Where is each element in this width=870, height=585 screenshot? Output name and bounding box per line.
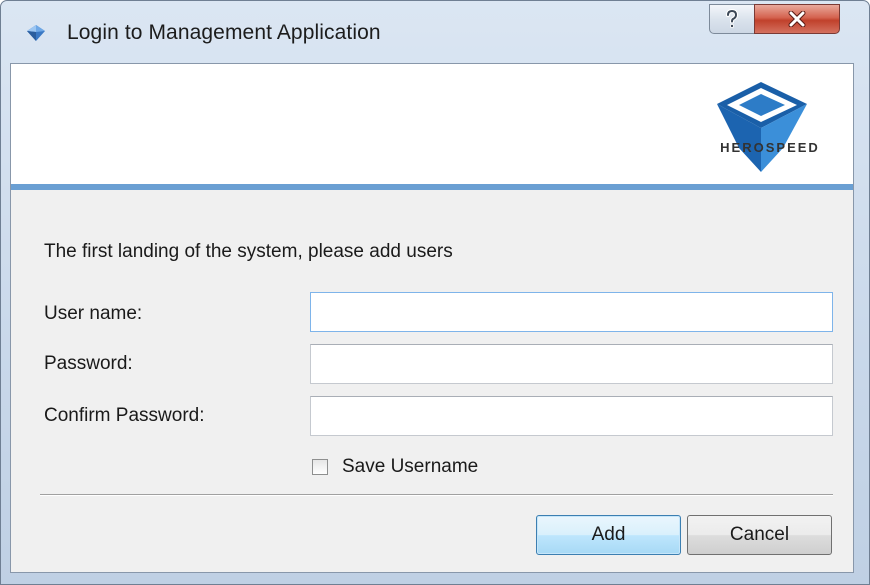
add-button[interactable]: Add <box>536 515 681 555</box>
window-title: Login to Management Application <box>67 21 381 44</box>
app-diamond-icon <box>27 25 45 41</box>
close-icon <box>788 11 806 27</box>
herospeed-logo: HEROSPEED <box>717 82 820 172</box>
login-dialog: Login to Management Application HEROSPEE… <box>0 0 870 585</box>
password-input[interactable] <box>310 344 833 384</box>
save-username-row[interactable]: Save Username <box>312 456 478 478</box>
dialog-body: HEROSPEED The first landing of the syste… <box>10 63 854 573</box>
header-banner: HEROSPEED <box>11 64 853 184</box>
logo-text: HEROSPEED <box>720 140 820 155</box>
username-label: User name: <box>44 303 143 324</box>
cancel-button[interactable]: Cancel <box>687 515 832 555</box>
confirm-password-input[interactable] <box>310 396 833 436</box>
password-label: Password: <box>44 353 133 374</box>
button-separator <box>40 494 833 496</box>
close-button[interactable] <box>754 4 840 34</box>
instruction-text: The first landing of the system, please … <box>44 241 453 262</box>
title-bar[interactable]: Login to Management Application <box>1 1 869 63</box>
save-username-checkbox[interactable] <box>312 459 328 475</box>
confirm-password-label: Confirm Password: <box>44 405 205 426</box>
help-button[interactable] <box>709 4 755 34</box>
banner-divider <box>11 184 853 190</box>
help-icon <box>726 9 739 28</box>
username-input[interactable] <box>310 292 833 332</box>
save-username-label[interactable]: Save Username <box>342 456 478 478</box>
